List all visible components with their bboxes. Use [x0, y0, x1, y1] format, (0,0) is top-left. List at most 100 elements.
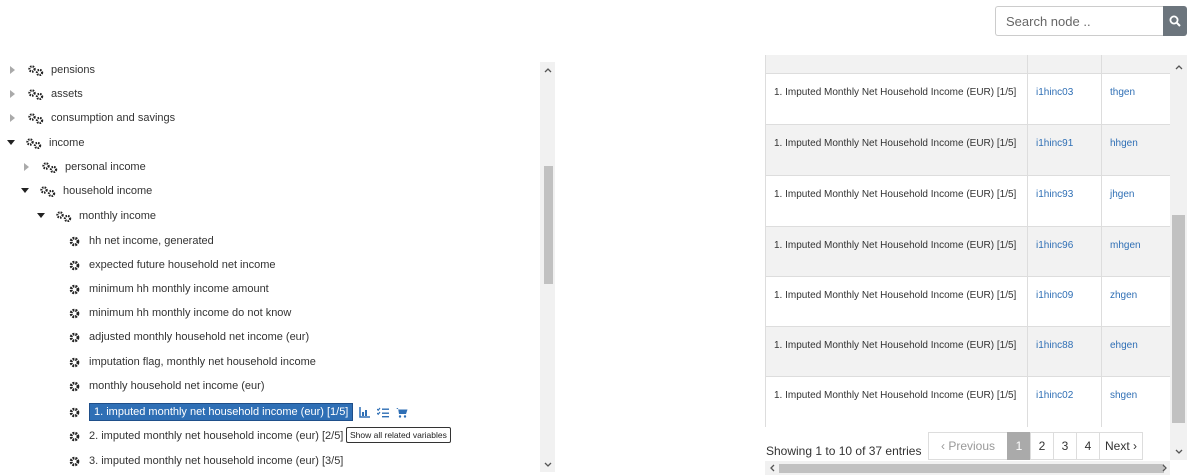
- caret-down-icon[interactable]: [6, 138, 16, 148]
- tree-node-pensions[interactable]: pensions: [8, 59, 95, 81]
- variables-table: 1. Imputed Monthly Net Household Income …: [765, 55, 1170, 427]
- scroll-thumb[interactable]: [544, 166, 553, 284]
- search-bar: [995, 6, 1187, 36]
- tree-leaf-label: minimum hh monthly income do not know: [89, 307, 292, 319]
- table-horizontal-scrollbar[interactable]: [765, 461, 1170, 475]
- tree-node-consumption-and-savings[interactable]: consumption and savings: [8, 107, 175, 129]
- tree-node-assets[interactable]: assets: [8, 83, 83, 105]
- scroll-thumb[interactable]: [1172, 215, 1185, 423]
- tree-node-household-income[interactable]: household income: [20, 180, 152, 202]
- scroll-up-icon[interactable]: [540, 64, 555, 76]
- tree-node-label: household income: [63, 185, 153, 197]
- gears-icon: [42, 161, 58, 173]
- tree-leaf-label: hh net income, generated: [89, 235, 214, 247]
- tree-leaf-label: imputation flag, monthly net household i…: [89, 356, 316, 368]
- tree-leaf[interactable]: minimum hh monthly income amount: [69, 278, 269, 300]
- table-row[interactable]: 1. Imputed Monthly Net Household Income …: [766, 326, 1170, 377]
- variable-name-link[interactable]: i1hinc02: [1027, 377, 1101, 427]
- scroll-right-icon[interactable]: [1157, 462, 1172, 474]
- tooltip: Show all related variables: [346, 427, 451, 443]
- chart-icon[interactable]: [359, 406, 371, 418]
- gears-icon: [40, 185, 56, 197]
- dataset-link[interactable]: thgen: [1101, 74, 1170, 124]
- page-button-4[interactable]: 4: [1076, 432, 1100, 460]
- scroll-down-icon[interactable]: [540, 458, 555, 470]
- search-input[interactable]: [995, 6, 1163, 36]
- dataset-link[interactable]: mhgen: [1101, 227, 1170, 277]
- page-button-3[interactable]: 3: [1053, 432, 1077, 460]
- table-row[interactable]: 1. Imputed Monthly Net Household Income …: [766, 226, 1170, 277]
- tree-leaf-selected[interactable]: 1. imputed monthly net household income …: [69, 401, 408, 423]
- tree-scrollbar[interactable]: [540, 62, 555, 472]
- gear-icon: [69, 260, 80, 271]
- caret-down-icon[interactable]: [20, 186, 30, 196]
- dataset-link[interactable]: hhgen: [1101, 125, 1170, 175]
- table-info: Showing 1 to 10 of 37 entries: [766, 444, 922, 458]
- table-row[interactable]: 1. Imputed Monthly Net Household Income …: [766, 376, 1170, 427]
- previous-page-button[interactable]: ‹ Previous: [928, 432, 1008, 460]
- tree-leaf[interactable]: hh net income, generated: [69, 230, 214, 252]
- table-scrollbar[interactable]: [1170, 55, 1187, 460]
- tree-leaf-label: adjusted monthly household net income (e…: [89, 331, 310, 343]
- search-icon: [1169, 15, 1181, 27]
- tree-leaf-label: minimum hh monthly income amount: [89, 283, 269, 295]
- dataset-link[interactable]: ehgen: [1101, 327, 1170, 377]
- tree-leaf[interactable]: imputation flag, monthly net household i…: [69, 351, 316, 373]
- dataset-link[interactable]: shgen: [1101, 377, 1170, 427]
- leaf-actions: [359, 406, 408, 418]
- tree-node-personal-income[interactable]: personal income: [22, 156, 146, 178]
- tree-leaf[interactable]: minimum hh monthly income do not know: [69, 302, 291, 324]
- tree-leaf[interactable]: adjusted monthly household net income (e…: [69, 326, 309, 348]
- tree-node-monthly-income[interactable]: monthly income: [36, 205, 156, 227]
- gears-icon: [26, 137, 42, 149]
- tree-node-label: monthly income: [79, 210, 157, 222]
- gear-icon: [69, 381, 80, 392]
- next-page-button[interactable]: Next ›: [1099, 432, 1143, 460]
- variable-name-link[interactable]: i1hinc91: [1027, 125, 1101, 175]
- caret-right-icon[interactable]: [8, 89, 18, 99]
- scroll-down-icon[interactable]: [1171, 445, 1186, 457]
- caret-right-icon[interactable]: [8, 65, 18, 75]
- variable-name-link[interactable]: i1hinc88: [1027, 327, 1101, 377]
- tree-node-label: assets: [51, 88, 83, 100]
- variable-label-cell: 1. Imputed Monthly Net Household Income …: [774, 390, 1017, 401]
- variable-name-link[interactable]: i1hinc96: [1027, 227, 1101, 277]
- gear-icon: [69, 332, 80, 343]
- gears-icon: [28, 88, 44, 100]
- page-button-1[interactable]: 1: [1007, 432, 1031, 460]
- tree-node-label: pensions: [51, 64, 96, 76]
- tree-leaf[interactable]: monthly household net income (eur): [69, 375, 264, 397]
- table-row[interactable]: 1. Imputed Monthly Net Household Income …: [766, 124, 1170, 175]
- list-check-icon[interactable]: [377, 407, 390, 418]
- tree-leaf[interactable]: expected future household net income: [69, 254, 276, 276]
- page-button-2[interactable]: 2: [1030, 432, 1054, 460]
- scroll-thumb[interactable]: [779, 464, 1164, 473]
- caret-right-icon[interactable]: [22, 162, 32, 172]
- tree-leaf-label: monthly household net income (eur): [89, 380, 265, 392]
- pagination: ‹ Previous 1 2 3 4 Next ›: [928, 432, 1143, 460]
- scroll-up-icon[interactable]: [1171, 61, 1186, 73]
- tree-leaf-label: 3. imputed monthly net household income …: [89, 455, 344, 467]
- tree-node-income[interactable]: income: [6, 132, 84, 154]
- tree-leaf-label[interactable]: 1. imputed monthly net household income …: [89, 403, 354, 421]
- table-row[interactable]: 1. Imputed Monthly Net Household Income …: [766, 276, 1170, 327]
- table-row[interactable]: 1. Imputed Monthly Net Household Income …: [766, 175, 1170, 226]
- caret-right-icon[interactable]: [8, 113, 18, 123]
- caret-down-icon[interactable]: [36, 211, 46, 221]
- search-button[interactable]: [1163, 6, 1187, 36]
- variable-label-cell: 1. Imputed Monthly Net Household Income …: [774, 340, 1017, 351]
- scroll-left-icon[interactable]: [765, 462, 780, 474]
- variable-name-link[interactable]: i1hinc09: [1027, 277, 1101, 327]
- gear-icon: [69, 431, 80, 442]
- tree-leaf[interactable]: 2. imputed monthly net household income …: [69, 425, 343, 447]
- dataset-link[interactable]: jhgen: [1101, 176, 1170, 226]
- gear-icon: [69, 357, 80, 368]
- variable-label-cell: 1. Imputed Monthly Net Household Income …: [774, 87, 1017, 98]
- variable-label-cell: 1. Imputed Monthly Net Household Income …: [774, 138, 1017, 149]
- variable-name-link[interactable]: i1hinc93: [1027, 176, 1101, 226]
- tree-leaf[interactable]: 3. imputed monthly net household income …: [69, 450, 343, 472]
- cart-icon[interactable]: [396, 407, 408, 418]
- table-row[interactable]: 1. Imputed Monthly Net Household Income …: [766, 73, 1170, 124]
- variable-name-link[interactable]: i1hinc03: [1027, 74, 1101, 124]
- dataset-link[interactable]: zhgen: [1101, 277, 1170, 327]
